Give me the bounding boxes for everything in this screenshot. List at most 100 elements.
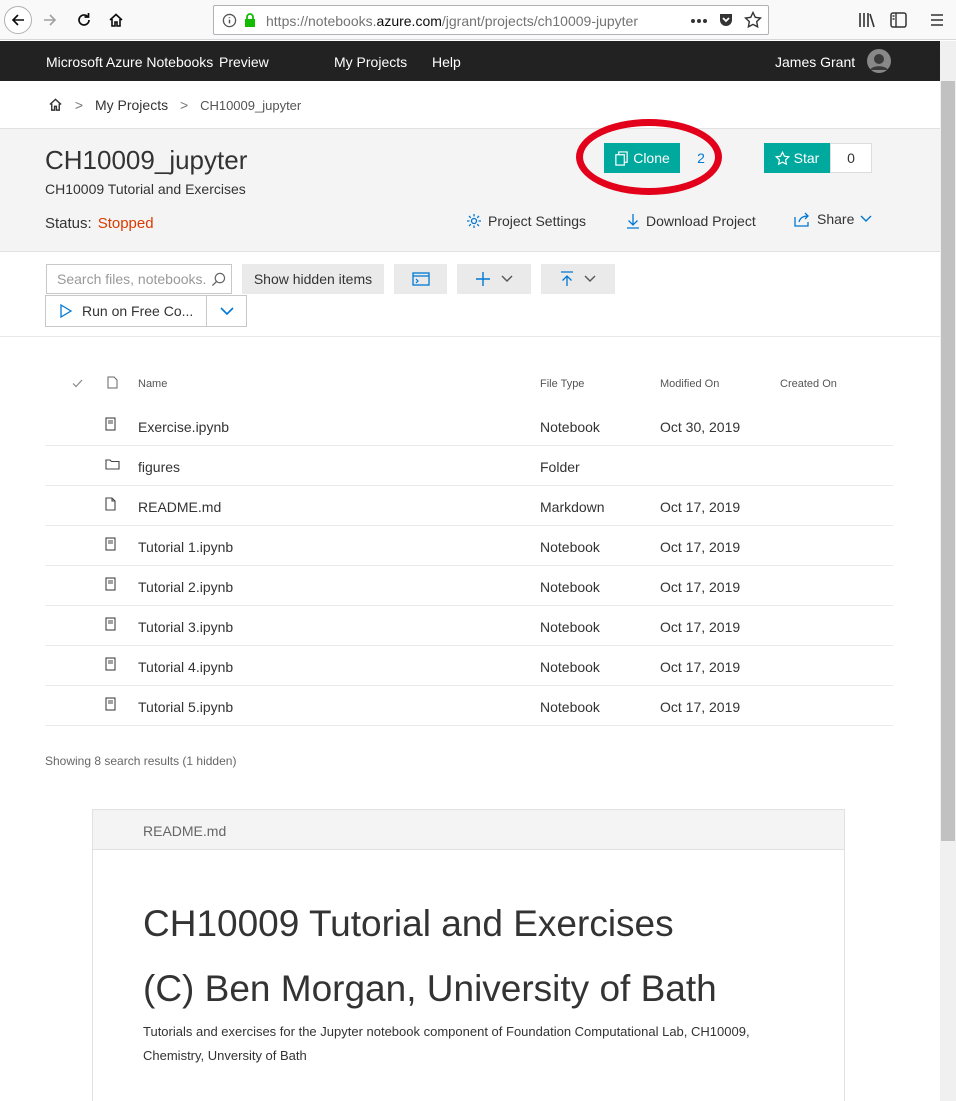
table-row[interactable]: Tutorial 1.ipynb Notebook Oct 17, 2019 xyxy=(45,526,893,566)
readme-header: README.md xyxy=(93,810,844,850)
notebook-icon xyxy=(105,697,116,714)
run-options-dropdown[interactable] xyxy=(206,296,246,326)
star-label: Star xyxy=(793,150,820,166)
run-button[interactable]: Run on Free Co... xyxy=(46,296,206,326)
more-actions-icon[interactable] xyxy=(690,18,708,24)
upload-icon xyxy=(561,271,573,286)
home-icon[interactable] xyxy=(48,97,63,112)
file-name[interactable]: Tutorial 4.ipynb xyxy=(138,659,233,675)
nav-help[interactable]: Help xyxy=(432,54,461,70)
file-modified: Oct 17, 2019 xyxy=(660,659,741,675)
file-type: Notebook xyxy=(540,619,600,635)
check-icon[interactable] xyxy=(72,379,83,388)
star-button[interactable]: Star xyxy=(764,143,830,173)
nav-my-projects[interactable]: My Projects xyxy=(334,54,407,70)
url-bar[interactable]: https://notebooks.azure.com/jgrant/proje… xyxy=(213,5,769,35)
menu-icon[interactable] xyxy=(930,13,944,27)
table-row[interactable]: Tutorial 4.ipynb Notebook Oct 17, 2019 xyxy=(45,646,893,686)
file-name[interactable]: Tutorial 2.ipynb xyxy=(138,579,233,595)
info-icon xyxy=(222,13,237,28)
breadcrumb-separator: > xyxy=(74,97,84,113)
breadcrumb-current: CH10009_jupyter xyxy=(200,98,302,113)
file-name[interactable]: Exercise.ipynb xyxy=(138,419,229,435)
table-row[interactable]: Tutorial 5.ipynb Notebook Oct 17, 2019 xyxy=(45,686,893,726)
file-type: Notebook xyxy=(540,659,600,675)
readme-paragraph: Tutorials and exercises for the Jupyter … xyxy=(143,1024,750,1063)
file-type: Markdown xyxy=(540,499,605,515)
terminal-button[interactable] xyxy=(394,264,447,294)
notebook-icon xyxy=(105,657,116,674)
file-modified: Oct 17, 2019 xyxy=(660,619,741,635)
file-type: Notebook xyxy=(540,699,600,715)
page-scrollbar[interactable] xyxy=(940,41,956,1101)
search-box[interactable] xyxy=(46,264,232,294)
download-project-link[interactable]: Download Project xyxy=(626,213,756,229)
user-name[interactable]: James Grant xyxy=(775,54,855,70)
bookmark-star-icon[interactable] xyxy=(744,11,762,29)
project-settings-link[interactable]: Project Settings xyxy=(466,213,586,229)
table-body: Exercise.ipynb Notebook Oct 30, 2019 figure… xyxy=(45,406,893,726)
project-description: CH10009 Tutorial and Exercises xyxy=(45,181,246,197)
preview-link[interactable]: Preview xyxy=(219,54,269,70)
forward-button[interactable] xyxy=(36,6,64,34)
notebook-icon xyxy=(105,417,116,434)
new-item-dropdown[interactable] xyxy=(457,264,531,294)
notebook-icon xyxy=(105,617,116,634)
breadcrumb-my-projects[interactable]: My Projects xyxy=(95,97,168,113)
project-status: Status: Stopped xyxy=(45,215,154,232)
star-icon xyxy=(774,150,790,165)
back-button[interactable] xyxy=(4,6,32,34)
avatar[interactable] xyxy=(867,49,891,73)
plus-icon xyxy=(476,272,490,286)
table-row[interactable]: README.md Markdown Oct 17, 2019 xyxy=(45,486,893,526)
upload-dropdown[interactable] xyxy=(541,264,615,294)
brand-link[interactable]: Microsoft Azure Notebooks xyxy=(46,54,213,70)
file-type: Notebook xyxy=(540,539,600,555)
column-header-modified[interactable]: Modified On xyxy=(660,378,719,390)
share-button[interactable]: Share xyxy=(794,211,872,227)
table-row[interactable]: Tutorial 3.ipynb Notebook Oct 17, 2019 xyxy=(45,606,893,646)
terminal-icon xyxy=(411,272,430,286)
run-label: Run on Free Co... xyxy=(82,303,194,319)
lock-icon xyxy=(245,13,255,27)
search-icon[interactable] xyxy=(211,272,226,287)
table-row[interactable]: Exercise.ipynb Notebook Oct 30, 2019 xyxy=(45,406,893,446)
file-name[interactable]: figures xyxy=(138,459,180,475)
table-row[interactable]: Tutorial 2.ipynb Notebook Oct 17, 2019 xyxy=(45,566,893,606)
gear-icon xyxy=(467,214,481,228)
sidebar-icon[interactable] xyxy=(890,12,907,28)
file-name[interactable]: Tutorial 5.ipynb xyxy=(138,699,233,715)
download-project-label: Download Project xyxy=(646,213,756,229)
folder-icon xyxy=(105,457,120,473)
section-divider xyxy=(0,336,940,337)
file-name[interactable]: Tutorial 1.ipynb xyxy=(138,539,233,555)
file-name[interactable]: Tutorial 3.ipynb xyxy=(138,619,233,635)
file-modified: Oct 17, 2019 xyxy=(660,699,741,715)
reload-button[interactable] xyxy=(70,6,98,34)
show-hidden-items-button[interactable]: Show hidden items xyxy=(242,264,384,294)
breadcrumb: > My Projects > CH10009_jupyter xyxy=(48,97,301,113)
project-header: CH10009_jupyter CH10009 Tutorial and Exe… xyxy=(0,128,940,252)
star-count[interactable]: 0 xyxy=(830,143,872,173)
chevron-down-icon xyxy=(219,306,234,315)
file-name[interactable]: README.md xyxy=(138,499,221,515)
chevron-down-icon xyxy=(584,275,596,282)
pocket-icon[interactable] xyxy=(718,12,734,28)
column-header-name[interactable]: Name xyxy=(138,378,167,390)
status-badge: Stopped xyxy=(97,215,154,232)
column-header-file-type[interactable]: File Type xyxy=(540,378,584,390)
arrow-left-icon xyxy=(11,14,24,26)
reload-icon xyxy=(78,13,90,26)
notebook-icon xyxy=(105,537,116,554)
home-icon xyxy=(109,13,123,27)
column-header-created[interactable]: Created On xyxy=(780,378,837,390)
page-title: CH10009_jupyter xyxy=(45,145,248,175)
run-control: Run on Free Co... xyxy=(45,295,247,327)
search-input[interactable] xyxy=(47,265,207,293)
notebook-icon xyxy=(105,577,116,594)
table-row[interactable]: figures Folder xyxy=(45,446,893,486)
library-icon[interactable] xyxy=(858,12,876,28)
home-button[interactable] xyxy=(102,6,130,34)
scrollbar-thumb[interactable] xyxy=(941,81,955,841)
table-header: Name File Type Modified On Created On xyxy=(45,366,893,406)
